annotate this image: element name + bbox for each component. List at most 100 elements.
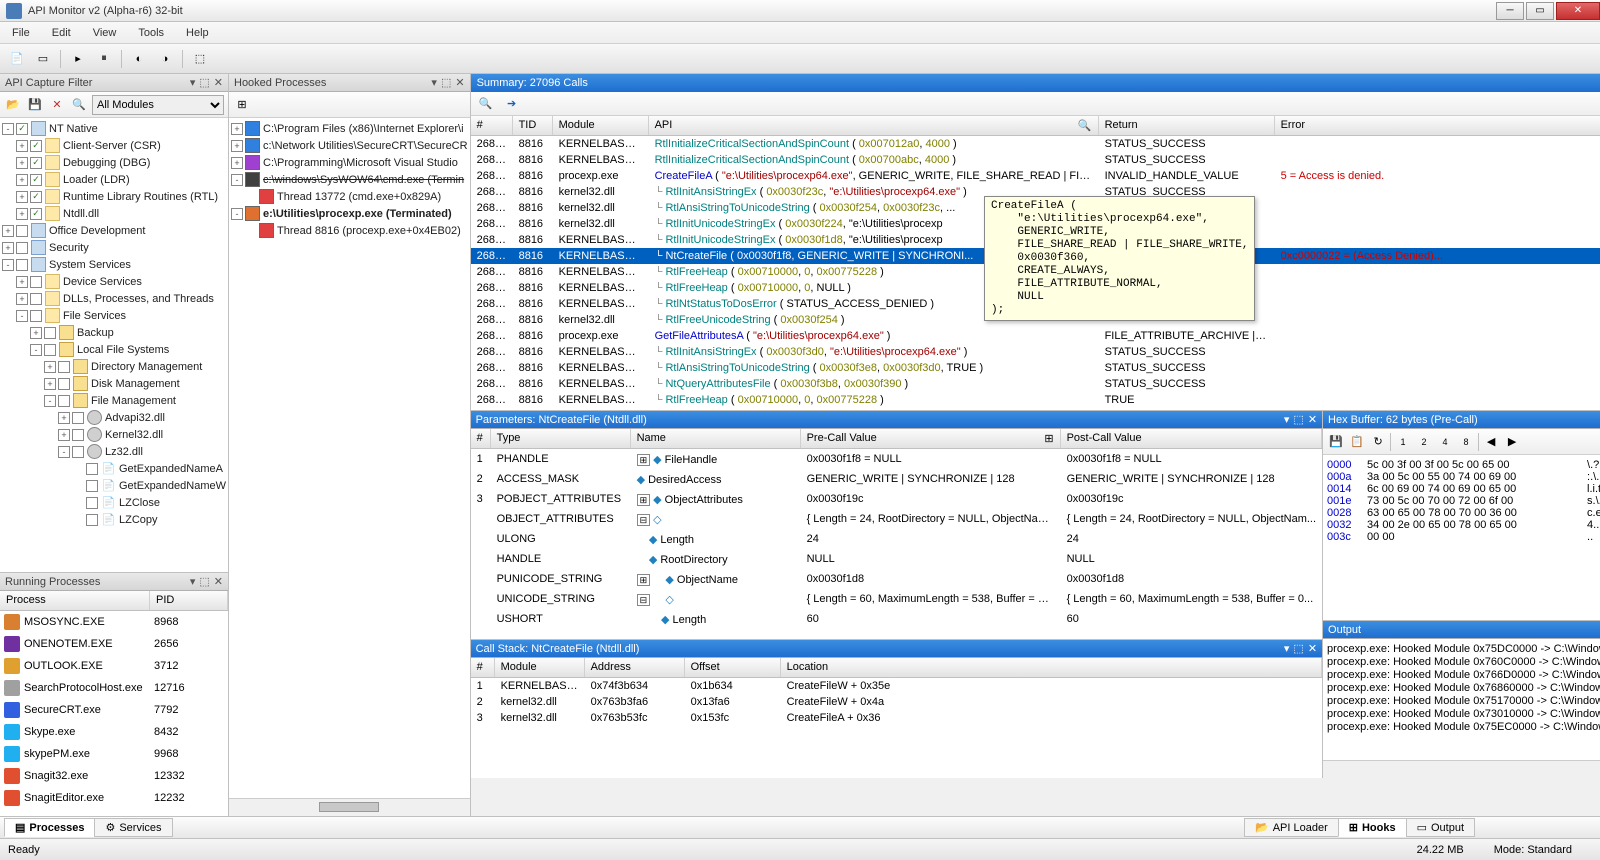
- lookup-icon[interactable]: ⊞: [1044, 432, 1053, 445]
- hex-width-4[interactable]: 4: [1436, 433, 1454, 451]
- toolbar-button-2[interactable]: ▭: [34, 50, 52, 68]
- toolbar-button-6[interactable]: ◑: [156, 50, 174, 68]
- hooked-item[interactable]: +c:\Network Utilities\SecureCRT\SecureCR: [231, 137, 468, 154]
- tree-item[interactable]: -System Services: [2, 256, 226, 273]
- toolbar-button-5[interactable]: ◐: [130, 50, 148, 68]
- menu-file[interactable]: File: [8, 25, 34, 41]
- maximize-button[interactable]: ▭: [1526, 2, 1554, 20]
- running-list[interactable]: MSOSYNC.EXE8968ONENOTEM.EXE2656OUTLOOK.E…: [0, 611, 228, 816]
- close-button[interactable]: ✕: [1556, 2, 1600, 20]
- close-icon[interactable]: ✕: [214, 76, 223, 89]
- process-row[interactable]: SearchProtocolHost.exe12716: [0, 677, 228, 699]
- tree-item[interactable]: +Device Services: [2, 273, 226, 290]
- hex-view[interactable]: 00005c 00 3f 00 3f 00 5c 00 65 00\.?.?.\…: [1323, 455, 1600, 620]
- tab-services[interactable]: ⚙Services: [94, 818, 172, 837]
- tree-item[interactable]: 📄GetExpandedNameA: [2, 460, 226, 477]
- pin-icon[interactable]: ▾: [190, 76, 196, 89]
- callstack-grid[interactable]: 1KERNELBASE.dll0x74f3b6340x1b634CreateFi…: [471, 678, 1322, 726]
- scrollbar[interactable]: [229, 798, 470, 816]
- hex-prev-icon[interactable]: ◀: [1482, 433, 1500, 451]
- pin2-icon[interactable]: ⬚: [199, 76, 209, 89]
- stack-row[interactable]: 2kernel32.dll0x763b3fa60x13fa6CreateFile…: [471, 694, 1322, 710]
- scrollbar[interactable]: [1323, 760, 1600, 778]
- param-row[interactable]: OBJECT_ATTRIBUTES⊟◇ { Length = 24, RootD…: [471, 509, 1322, 529]
- param-row[interactable]: UNICODE_STRING⊟ ◇ { Length = 60, Maximum…: [471, 589, 1322, 609]
- call-row[interactable]: 268448816KERNELBASE.dll └ RtlInitAnsiStr…: [471, 344, 1600, 360]
- stack-row[interactable]: 3kernel32.dll0x763b53fc0x153fcCreateFile…: [471, 710, 1322, 726]
- minimize-button[interactable]: ─: [1496, 2, 1524, 20]
- hooked-item[interactable]: -e:\Utilities\procexp.exe (Terminated): [231, 205, 468, 222]
- tab-processes[interactable]: ▤Processes: [4, 818, 95, 837]
- hooked-item[interactable]: -c:\windows\SysWOW64\cmd.exe (Termin: [231, 171, 468, 188]
- hooked-item[interactable]: +C:\Programming\Microsoft Visual Studio: [231, 154, 468, 171]
- menu-view[interactable]: View: [89, 25, 121, 41]
- find-icon[interactable]: 🔍: [477, 95, 495, 113]
- search-icon[interactable]: 🔍: [1078, 119, 1092, 132]
- tree-item[interactable]: +✓Ntdll.dll: [2, 205, 226, 222]
- menu-tools[interactable]: Tools: [134, 25, 168, 41]
- param-row[interactable]: HANDLE ◆ RootDirectoryNULLNULL: [471, 549, 1322, 569]
- toolbar-button-4[interactable]: ⏸: [95, 50, 113, 68]
- hooked-tool-icon[interactable]: ⊞: [233, 96, 251, 114]
- open-icon[interactable]: 📂: [4, 96, 22, 114]
- process-row[interactable]: SecureCRT.exe7792: [0, 699, 228, 721]
- callstack-columns[interactable]: # Module Address Offset Location: [471, 658, 1322, 678]
- tab-api-loader[interactable]: 📂API Loader: [1244, 818, 1339, 837]
- tree-item[interactable]: +✓Loader (LDR): [2, 171, 226, 188]
- param-row[interactable]: 2ACCESS_MASK◆ DesiredAccessGENERIC_WRITE…: [471, 469, 1322, 489]
- param-row[interactable]: USHORT ◆ Length6060: [471, 609, 1322, 629]
- call-row[interactable]: 268458816KERNELBASE.dll └ RtlAnsiStringT…: [471, 360, 1600, 376]
- params-grid[interactable]: 1PHANDLE⊞◆ FileHandle0x0030f1f8 = NULL0x…: [471, 449, 1322, 629]
- tree-item[interactable]: -File Services: [2, 307, 226, 324]
- call-row[interactable]: 268338816procexp.exeCreateFileA ( "e:\Ut…: [471, 168, 1600, 184]
- menu-help[interactable]: Help: [182, 25, 213, 41]
- call-row[interactable]: 268318816KERNELBASE.dllRtlInitializeCrit…: [471, 136, 1600, 152]
- hex-refresh-icon[interactable]: ↻: [1369, 433, 1387, 451]
- hooked-item[interactable]: +C:\Program Files (x86)\Internet Explore…: [231, 120, 468, 137]
- tree-item[interactable]: -✓NT Native: [2, 120, 226, 137]
- tree-item[interactable]: 📄GetExpandedNameW: [2, 477, 226, 494]
- tree-item[interactable]: +✓Debugging (DBG): [2, 154, 226, 171]
- call-row[interactable]: 268438816procexp.exeGetFileAttributesA (…: [471, 328, 1600, 344]
- toolbar-button-7[interactable]: ⬚: [191, 50, 209, 68]
- process-row[interactable]: MSOSYNC.EXE8968: [0, 611, 228, 633]
- process-row[interactable]: Skype.exe8432: [0, 721, 228, 743]
- tree-item[interactable]: 📄LZClose: [2, 494, 226, 511]
- running-columns[interactable]: Process PID: [0, 591, 228, 611]
- tree-item[interactable]: 📄LZCopy: [2, 511, 226, 528]
- tree-item[interactable]: +Directory Management: [2, 358, 226, 375]
- close-icon[interactable]: ✕: [1308, 413, 1317, 426]
- hex-width-2[interactable]: 2: [1415, 433, 1433, 451]
- call-row[interactable]: 268478816KERNELBASE.dll └ RtlFreeHeap ( …: [471, 392, 1600, 408]
- call-row[interactable]: 268328816KERNELBASE.dllRtlInitializeCrit…: [471, 152, 1600, 168]
- hex-width-1[interactable]: 1: [1394, 433, 1412, 451]
- hooked-item[interactable]: Thread 8816 (procexp.exe+0x4EB02): [231, 222, 468, 239]
- process-row[interactable]: Snagit32.exe12332: [0, 765, 228, 787]
- goto-icon[interactable]: ➔: [503, 95, 521, 113]
- hex-width-8[interactable]: 8: [1457, 433, 1475, 451]
- tree-item[interactable]: +✓Client-Server (CSR): [2, 137, 226, 154]
- tree-item[interactable]: +Advapi32.dll: [2, 409, 226, 426]
- params-columns[interactable]: # Type Name Pre-Call Value⊞ Post-Call Va…: [471, 429, 1322, 449]
- pin-icon[interactable]: ▾: [190, 575, 196, 588]
- toolbar-button-3[interactable]: ▸: [69, 50, 87, 68]
- tab-output[interactable]: ▭Output: [1406, 818, 1475, 837]
- param-row[interactable]: PUNICODE_STRING⊞ ◆ ObjectName0x0030f1d80…: [471, 569, 1322, 589]
- tree-item[interactable]: +Backup: [2, 324, 226, 341]
- hooked-item[interactable]: Thread 13772 (cmd.exe+0x829A): [231, 188, 468, 205]
- module-select[interactable]: All Modules: [92, 95, 224, 115]
- stack-row[interactable]: 1KERNELBASE.dll0x74f3b6340x1b634CreateFi…: [471, 678, 1322, 694]
- param-row[interactable]: 1PHANDLE⊞◆ FileHandle0x0030f1f8 = NULL0x…: [471, 449, 1322, 469]
- process-row[interactable]: skypePM.exe9968: [0, 743, 228, 765]
- call-row[interactable]: 268468816KERNELBASE.dll └ NtQueryAttribu…: [471, 376, 1600, 392]
- tree-item[interactable]: -Lz32.dll: [2, 443, 226, 460]
- menu-edit[interactable]: Edit: [48, 25, 75, 41]
- process-row[interactable]: ONENOTEM.EXE2656: [0, 633, 228, 655]
- param-row[interactable]: ULONG ◆ Length2424: [471, 529, 1322, 549]
- tree-item[interactable]: +Security: [2, 239, 226, 256]
- tree-item[interactable]: +Office Development: [2, 222, 226, 239]
- tree-item[interactable]: +Kernel32.dll: [2, 426, 226, 443]
- api-tree[interactable]: -✓NT Native+✓Client-Server (CSR)+✓Debugg…: [0, 118, 228, 572]
- tree-item[interactable]: -Local File Systems: [2, 341, 226, 358]
- tree-item[interactable]: +Disk Management: [2, 375, 226, 392]
